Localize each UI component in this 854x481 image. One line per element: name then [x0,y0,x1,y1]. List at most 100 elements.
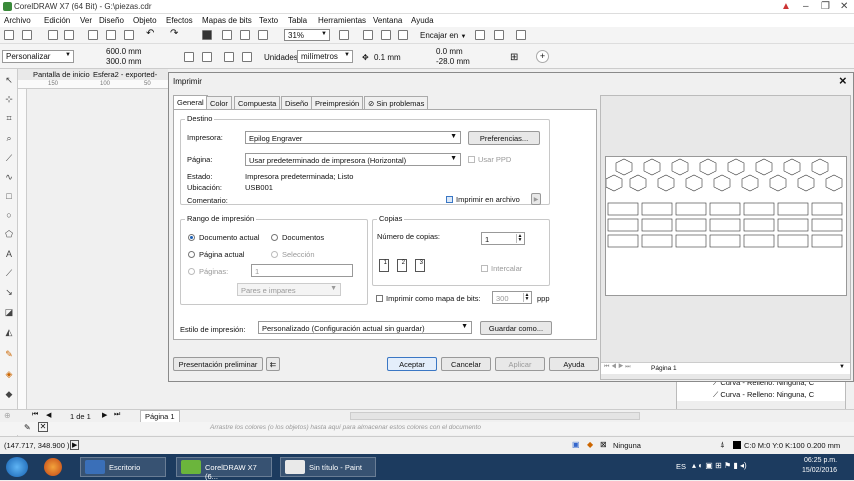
bitmap-dpi-stepper[interactable]: 300 ▲ ▼ [492,291,532,304]
menu-ventana[interactable]: Ventana [373,16,402,25]
print-to-file-checkbox[interactable] [446,196,453,203]
import-icon[interactable] [222,30,232,40]
print-to-file-options-button[interactable]: ▶ [531,193,541,205]
ellipse-tool-icon[interactable]: ○ [4,210,14,220]
menu-ayuda[interactable]: Ayuda [411,16,434,25]
no-color-icon[interactable]: ✕ [38,422,48,432]
play-icon[interactable]: ▶ [70,440,80,450]
menu-herramientas[interactable]: Herramientas [318,16,366,25]
menu-ver[interactable]: Ver [80,16,92,25]
dimension-tool-icon[interactable]: ⟋ [4,268,14,278]
restore-button[interactable]: ❐ [821,1,830,12]
menu-archivo[interactable]: Archivo [4,16,31,25]
undo-icon[interactable]: ↶ [146,28,156,39]
pages-radio[interactable] [188,268,195,275]
pages-input[interactable]: 1 [251,264,353,277]
show-rulers-icon[interactable] [363,30,373,40]
collate-checkbox[interactable] [481,265,488,272]
interactive-fill-tool-icon[interactable]: ◈ [4,369,14,379]
paste-icon[interactable] [124,30,134,40]
docker-horizontal-scrollbar[interactable] [677,401,845,409]
next-page-icon[interactable]: ▶ [102,411,107,419]
preview-nav-buttons[interactable]: ⏮ ◀ ▶ ⏭ [604,364,631,371]
horizontal-scrollbar[interactable] [350,412,640,420]
smart-fill-tool-icon[interactable]: ◆ [4,389,14,399]
close-window-button[interactable]: ✕ [840,1,848,12]
search-content-icon[interactable] [202,30,212,40]
chevron-down-icon[interactable]: ▼ [839,364,845,370]
show-guides-icon[interactable] [398,30,408,40]
connector-tool-icon[interactable]: ↘ [4,287,14,297]
menu-edicion[interactable]: Edición [44,16,70,25]
pick-tool-icon[interactable]: ↖ [4,75,14,85]
menu-mapas-de-bits[interactable]: Mapas de bits [202,16,252,25]
snap-to-dropdown[interactable]: Encajar en ▼ [420,31,466,40]
language-indicator[interactable]: ES [676,462,686,471]
close-icon[interactable]: × [839,73,847,88]
accept-button[interactable]: Aceptar [387,357,437,371]
show-grid-icon[interactable] [381,30,391,40]
even-odd-select[interactable]: Pares e impares ▼ [237,283,341,296]
units-select[interactable]: milímetros ▼ [297,50,353,63]
preferences-button[interactable]: Preferencias... [468,131,540,145]
menu-diseno[interactable]: Diseño [99,16,124,25]
polygon-tool-icon[interactable]: ⬠ [4,229,14,239]
add-page-icon[interactable]: ⊕ [4,411,11,420]
tab-preimpresion[interactable]: Preimpresión [311,96,364,109]
open-folder-icon[interactable] [22,30,32,40]
transparency-tool-icon[interactable]: ◭ [4,327,14,337]
copy-icon[interactable] [106,30,116,40]
app-launcher-icon[interactable] [494,30,504,40]
tab-sin-problemas[interactable]: ⊘ Sin problemas [364,96,429,109]
object-list-item[interactable]: ⟋ Curva - Relleno: Ninguna, C [713,390,814,400]
print-as-bitmap-checkbox[interactable] [376,295,383,302]
copies-count-stepper[interactable]: 1 ▲ ▼ [481,232,525,245]
eyedropper-tool-icon[interactable]: ✎ [4,349,14,359]
tray-icons[interactable]: ▴ ◐ ▣ ⊞ ⚑ ▮ ◂) [692,461,747,470]
first-page-icon[interactable]: ⏮ [32,411,38,419]
page-size-select[interactable]: Personalizar ▼ [2,50,74,63]
cut-icon[interactable] [88,30,98,40]
crop-tool-icon[interactable]: ⌗ [4,113,14,123]
tab-welcome-screen[interactable]: Pantalla de inicio [33,70,90,79]
firefox-icon[interactable] [44,458,62,476]
new-document-icon[interactable] [4,30,14,40]
start-button[interactable] [6,457,28,477]
preview-toggle-icon[interactable]: ⇇ [266,357,280,371]
rectangle-tool-icon[interactable]: □ [4,191,14,201]
taskbar-item-escritorio[interactable]: Escritorio [80,457,166,477]
notification-icon[interactable]: ▲ [781,1,791,12]
freehand-tool-icon[interactable]: ⟋ [4,153,14,163]
duplicate-distance-y-field[interactable]: -28.0 mm [436,57,470,66]
page-width-field[interactable]: 600.0 mm [106,47,142,56]
previous-page-icon[interactable]: ◀ [46,411,51,419]
printer-select[interactable]: Epilog Engraver ▼ [245,131,461,144]
save-as-button[interactable]: Guardar como... [480,321,552,335]
apply-button[interactable]: Aplicar [495,357,545,371]
nudge-distance-field[interactable]: 0.1 mm [374,53,401,62]
menu-objeto[interactable]: Objeto [133,16,157,25]
tab-diseno[interactable]: Diseño [281,96,313,109]
publish-pdf-icon[interactable] [258,30,268,40]
print-preview-button[interactable]: Presentación preliminar [173,357,263,371]
documents-radio[interactable] [271,234,278,241]
text-tool-icon[interactable]: A [4,249,14,259]
zoom-level-select[interactable]: 31% ▼ [284,29,330,41]
duplicate-distance-x-field[interactable]: 0.0 mm [436,47,463,56]
selection-radio[interactable] [271,251,278,258]
portrait-icon[interactable] [184,52,194,62]
add-icon[interactable]: + [536,50,549,63]
menu-tabla[interactable]: Tabla [288,16,307,25]
zoom-tool-icon[interactable]: ⌕ [4,133,14,143]
artistic-media-tool-icon[interactable]: ∿ [4,172,14,182]
taskbar-item-coreldraw[interactable]: CorelDRAW X7 (6... [176,457,272,481]
tab-compuesta[interactable]: Compuesta [234,96,281,109]
full-screen-icon[interactable] [339,30,349,40]
page-height-field[interactable]: 300.0 mm [106,57,142,66]
use-ppd-checkbox[interactable] [468,156,475,163]
color-proof-icon[interactable]: ▣ [572,440,580,449]
print-icon[interactable] [64,30,74,40]
save-icon[interactable] [48,30,58,40]
options-icon[interactable] [475,30,485,40]
print-style-select[interactable]: Personalizado (Configuración actual sin … [258,321,472,334]
